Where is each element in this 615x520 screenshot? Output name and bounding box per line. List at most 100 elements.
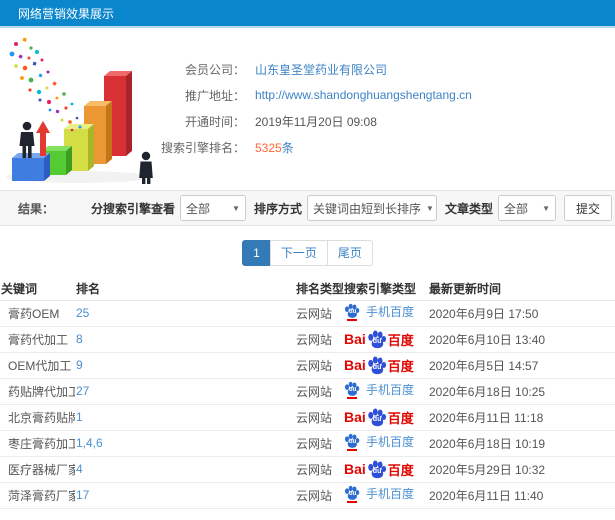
baidu-paw-icon: du	[344, 433, 360, 451]
filter-label: 文章类型	[444, 201, 493, 216]
updated-cell: 2020年6月5日 14:57	[428, 352, 615, 379]
engine-cell: Bai du 百度	[343, 326, 428, 353]
baidu-pc-logo[interactable]: Bai du 百度	[344, 355, 414, 375]
filter-group: 文章类型 全部 ▼	[445, 195, 556, 221]
open-time-row: 开通时间： 2019年11月20日 09:08	[130, 108, 472, 134]
baidu-red-underline	[347, 396, 357, 399]
baidu-mobile-badge[interactable]: du 手机百度	[344, 433, 414, 451]
updated-cell: 2020年6月18日 10:19	[428, 430, 615, 457]
rank-link[interactable]: 25	[76, 306, 89, 320]
rank-type-cell: 云网站	[295, 456, 343, 483]
rank-link[interactable]: 9	[76, 358, 83, 372]
table-row: 膏药OEM 25 云网站 du 手机百度 2020年6月9日 17:50	[0, 300, 615, 327]
baidu-logo-cn: 百度	[387, 358, 414, 374]
businessman-left	[19, 121, 35, 158]
rank-type-cell: 云网站	[295, 352, 343, 379]
result-label: 结果：	[18, 201, 55, 216]
column-header: 关键词	[0, 278, 75, 301]
promotion-url-link[interactable]: http://www.shandonghuangshengtang.cn	[255, 88, 472, 102]
table-header-row: 关键词 排名 排名类型 搜索引擎类型 最新更新时间	[0, 278, 615, 301]
keyword-cell: 菏泽膏药厂家	[0, 482, 75, 509]
engine-label: 手机百度	[366, 383, 415, 397]
engine-cell: du 手机百度	[343, 300, 428, 327]
baidu-pc-logo[interactable]: Bai du 百度	[344, 459, 414, 479]
updated-cell: 2020年6月9日 17:50	[428, 300, 615, 327]
keyword-cell: 医疗器械厂家	[0, 456, 75, 483]
chevron-down-icon: ▼	[425, 203, 434, 213]
rank-link[interactable]: 4	[76, 462, 83, 476]
keyword-cell: OEM代加工	[0, 352, 75, 379]
column-header: 最新更新时间	[428, 278, 615, 301]
baidu-mobile-badge[interactable]: du 手机百度	[344, 381, 414, 399]
ranking-count-number: 5325	[255, 140, 282, 155]
baidu-paw-icon: du	[344, 303, 360, 321]
column-header: 排名	[75, 278, 295, 301]
rank-cell: 27	[75, 378, 295, 405]
baidu-paw-icon: du	[344, 485, 360, 503]
filter-select[interactable]: 关键词由短到长排序 ▼	[306, 195, 437, 221]
engine-label: 手机百度	[366, 435, 415, 449]
window-titlebar: 网络营销效果展示	[0, 0, 615, 28]
selected-option: 关键词由短到长排序	[312, 201, 421, 216]
baidu-logo-cn: 百度	[387, 332, 414, 348]
page-item[interactable]: 尾页	[326, 240, 373, 266]
rank-link[interactable]: 1,4,6	[76, 436, 103, 450]
updated-cell: 2020年6月11日 11:40	[428, 482, 615, 509]
baidu-logo-bai: Bai	[344, 461, 366, 477]
table-row: 北京膏药贴牌 1 云网站 Bai du 百度 2020年6月11日 11:18	[0, 404, 615, 431]
baidu-pc-logo[interactable]: Bai du 百度	[344, 329, 414, 349]
baidu-mobile-badge[interactable]: du 手机百度	[344, 303, 414, 321]
filter-select[interactable]: 全部 ▼	[179, 195, 246, 221]
rank-link[interactable]: 8	[76, 332, 83, 346]
table-row: 枣庄膏药加工 1,4,6 云网站 du 手机百度 2020年6月18日 10:1…	[0, 430, 615, 457]
page-item[interactable]: 下一页	[269, 240, 328, 266]
page-item[interactable]: 1	[242, 240, 271, 266]
rank-type-cell: 云网站	[295, 300, 343, 327]
keyword-cell: 枣庄膏药加工	[0, 430, 75, 457]
baidu-logo-bai: Bai	[344, 409, 366, 425]
rank-type-cell: 云网站	[295, 430, 343, 457]
ranking-count-unit: 条	[281, 140, 294, 155]
member-info-list: 会员公司： 山东皇圣堂药业有限公司 推广地址： http://www.shand…	[130, 56, 472, 160]
baidu-paw-icon: du	[367, 407, 387, 427]
table-row: 医疗器械厂家 4 云网站 Bai du 百度 2020年5月29日 10:32	[0, 456, 615, 483]
confetti	[9, 37, 82, 132]
updated-cell: 2020年6月11日 11:18	[428, 404, 615, 431]
rank-link[interactable]: 27	[76, 384, 89, 398]
table-row: 膏药代加工 8 云网站 Bai du 百度 2020年6月10日 13:40	[0, 326, 615, 353]
filter-label: 分搜索引擎查看	[90, 201, 175, 216]
keyword-cell: 膏药OEM	[0, 300, 75, 327]
filter-label: 排序方式	[253, 201, 302, 216]
rank-cell: 8	[75, 326, 295, 353]
filter-select[interactable]: 全部 ▼	[497, 195, 556, 221]
engine-cell: Bai du 百度	[343, 352, 428, 379]
engine-cell: Bai du 百度	[343, 404, 428, 431]
filter-group: 排序方式 关键词由短到长排序 ▼	[254, 195, 437, 221]
field-label: 搜索引擎排名：	[160, 140, 245, 155]
company-link[interactable]: 山东皇圣堂药业有限公司	[255, 61, 387, 78]
keyword-cell: 药贴牌代加工	[0, 378, 75, 405]
ranking-count: 5325条	[255, 139, 294, 156]
baidu-red-underline	[347, 318, 357, 321]
engine-cell: Bai du 百度	[343, 456, 428, 483]
engine-cell: du 手机百度	[343, 378, 428, 405]
filter-controls: 分搜索引擎查看 全部 ▼ 排序方式 关键词由短到长排序 ▼ 文章类型 全部 ▼	[83, 195, 556, 221]
rank-cell: 1,4,6	[75, 430, 295, 457]
open-time-value: 2019年11月20日 09:08	[255, 114, 377, 129]
updated-cell: 2020年6月18日 10:25	[428, 378, 615, 405]
keyword-cell: 膏药代加工	[0, 326, 75, 353]
submit-button[interactable]: 提交	[563, 195, 612, 221]
field-label: 会员公司：	[184, 62, 245, 77]
column-header: 搜索引擎类型	[343, 278, 428, 301]
baidu-mobile-badge[interactable]: du 手机百度	[344, 485, 414, 503]
rank-link[interactable]: 1	[76, 410, 83, 424]
field-label: 推广地址：	[184, 88, 245, 103]
rank-cell: 4	[75, 456, 295, 483]
field-label: 开通时间：	[184, 114, 245, 129]
rank-link[interactable]: 17	[76, 488, 89, 502]
baidu-pc-logo[interactable]: Bai du 百度	[344, 407, 414, 427]
selected-option: 全部	[503, 201, 528, 216]
rank-type-cell: 云网站	[295, 378, 343, 405]
rank-type-cell: 云网站	[295, 326, 343, 353]
baidu-red-underline	[347, 448, 357, 451]
